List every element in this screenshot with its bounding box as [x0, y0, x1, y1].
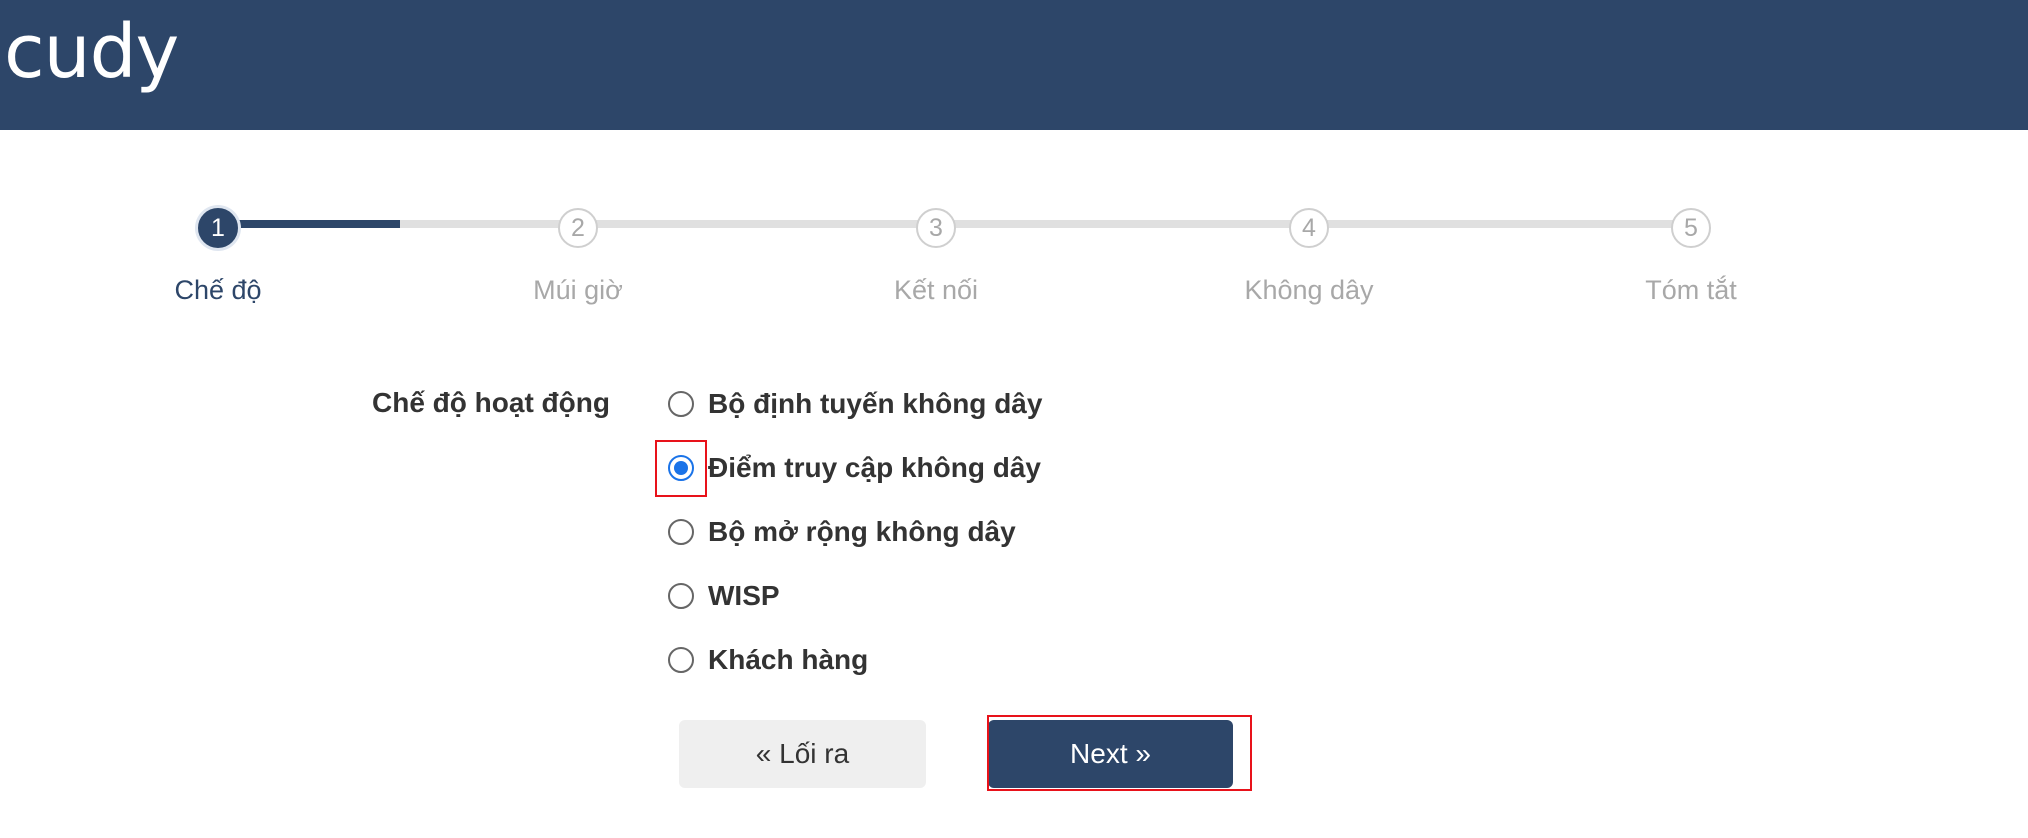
- operation-mode-label: Chế độ hoạt động: [372, 387, 610, 418]
- option-label: Bộ mở rộng không dây: [708, 516, 1016, 547]
- radio-wireless-router[interactable]: [668, 391, 694, 417]
- step-1-label: Chế độ: [174, 275, 262, 305]
- radio-range-extender[interactable]: [668, 519, 694, 545]
- step-3-circle: 3: [916, 208, 956, 248]
- stepper-progress: [218, 220, 400, 228]
- radio-client[interactable]: [668, 647, 694, 673]
- step-4-circle: 4: [1289, 208, 1329, 248]
- option-client[interactable]: Khách hàng: [668, 640, 868, 680]
- option-range-extender[interactable]: Bộ mở rộng không dây: [668, 512, 1016, 552]
- option-label: Khách hàng: [708, 644, 869, 675]
- step-2-circle: 2: [558, 208, 598, 248]
- step-3-label: Kết nối: [893, 275, 979, 305]
- step-2-label: Múi giờ: [533, 275, 623, 305]
- step-5-label: Tóm tắt: [1645, 275, 1737, 305]
- step-4-label: Không dây: [1244, 275, 1374, 305]
- option-label: Điểm truy cập không dây: [708, 452, 1041, 483]
- radio-wisp[interactable]: [668, 583, 694, 609]
- step-1-circle: 1: [198, 208, 238, 248]
- option-wisp[interactable]: WISP: [668, 576, 780, 616]
- option-wireless-router[interactable]: Bộ định tuyến không dây: [668, 384, 1042, 424]
- next-highlight-box: [987, 715, 1252, 791]
- option-label: Bộ định tuyến không dây: [708, 388, 1043, 419]
- option-access-point[interactable]: Điểm truy cập không dây: [668, 448, 1041, 488]
- step-5-circle: 5: [1671, 208, 1711, 248]
- option-label: WISP: [708, 580, 780, 611]
- top-header: cudy: [0, 0, 2028, 130]
- exit-button[interactable]: « Lối ra: [679, 720, 926, 788]
- cudy-logo: cudy: [4, 9, 179, 95]
- radio-highlight-box: [655, 440, 707, 497]
